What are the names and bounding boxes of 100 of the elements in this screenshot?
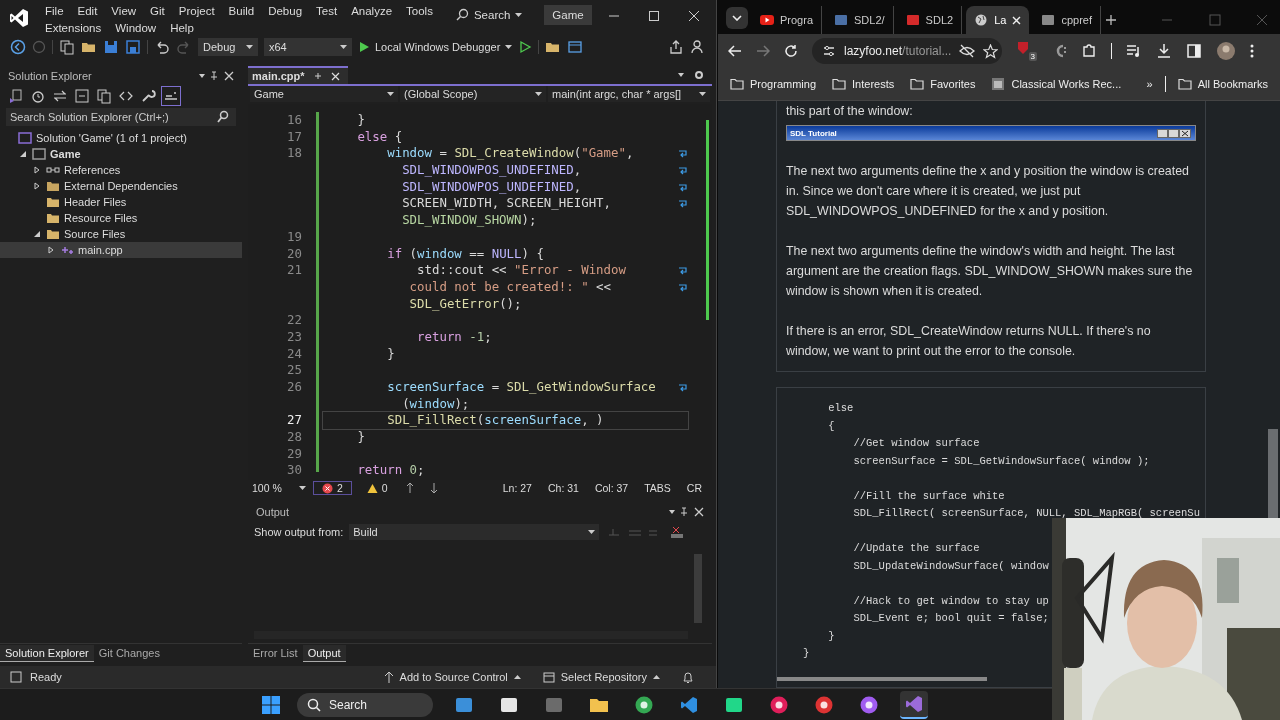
bookmark[interactable]: Classical Works Rec...: [987, 74, 1126, 94]
app-icon: [724, 695, 744, 715]
repository-button[interactable]: Select Repository: [542, 671, 660, 683]
menu-item[interactable]: Analyze: [344, 4, 400, 17]
taskbar-app[interactable]: [900, 691, 928, 719]
start-debugging-button[interactable]: Local Windows Debugger: [358, 41, 513, 53]
line-ending[interactable]: CR: [682, 482, 706, 494]
bookmark[interactable]: Favorites: [906, 75, 980, 93]
save-all-icon[interactable]: [125, 39, 141, 55]
panel-controls-icon[interactable]: [198, 71, 234, 81]
more-bookmarks-button[interactable]: »: [1142, 75, 1157, 93]
menu-item[interactable]: Help: [163, 21, 201, 34]
reload-icon[interactable]: [784, 44, 798, 58]
tree-item[interactable]: Solution 'Game' (1 of 1 project): [0, 130, 242, 146]
back-icon[interactable]: [10, 39, 26, 55]
menu-item[interactable]: Test: [309, 4, 345, 17]
indent-mode[interactable]: TABS: [640, 482, 675, 494]
address-bar[interactable]: lazyfoo.net/tutorial...: [812, 38, 1002, 64]
menu-item[interactable]: View: [104, 4, 144, 17]
tree-item[interactable]: Source Files: [0, 226, 242, 242]
share-icon[interactable]: [668, 39, 684, 55]
scrollbar[interactable]: [777, 677, 987, 681]
person-icon[interactable]: [690, 39, 706, 55]
tree-item[interactable]: Game: [0, 146, 242, 162]
bookmark[interactable]: Interests: [828, 75, 899, 93]
save-icon[interactable]: [103, 39, 119, 55]
code-line: {: [827, 419, 835, 432]
tree-item[interactable]: Resource Files: [0, 210, 242, 226]
collapsed-arrow-icon[interactable]: [47, 246, 55, 254]
menu-item[interactable]: Debug: [261, 4, 310, 17]
menu-item[interactable]: Build: [221, 4, 262, 17]
maximize-icon[interactable]: [648, 10, 660, 22]
copy-icon[interactable]: [96, 88, 112, 104]
new-item-icon[interactable]: [59, 39, 75, 55]
notification-bell-icon[interactable]: [682, 670, 694, 684]
panel-controls-icon[interactable]: [668, 507, 704, 517]
tab-options-icon[interactable]: [676, 69, 706, 81]
pin-icon[interactable]: [312, 71, 323, 81]
expanded-arrow-icon[interactable]: [19, 150, 27, 158]
search-field[interactable]: Search: [297, 693, 433, 717]
bookmark[interactable]: Programming: [726, 75, 821, 93]
new-tab-icon[interactable]: [1104, 14, 1117, 26]
expanded-arrow-icon[interactable]: [33, 230, 41, 238]
play-outline-icon[interactable]: [518, 40, 533, 54]
bookmark[interactable]: All Bookmarks: [1173, 75, 1272, 93]
site-settings-icon[interactable]: [822, 44, 836, 58]
file-tab[interactable]: main.cpp*: [248, 66, 348, 84]
error-count[interactable]: 2: [314, 482, 351, 494]
avatar-icon[interactable]: [1216, 41, 1236, 61]
close-icon[interactable]: [330, 71, 340, 81]
puzzle-icon[interactable]: [1081, 43, 1097, 59]
more-options-icon[interactable]: [1250, 43, 1254, 59]
scrollbar[interactable]: [694, 554, 702, 623]
panel-tab[interactable]: Output: [302, 644, 346, 662]
window-title: SDL Tutorial: [790, 128, 837, 138]
source-control-button[interactable]: Add to Source Control: [383, 671, 521, 683]
menu-item[interactable]: Extensions: [38, 21, 109, 34]
window-icon[interactable]: [567, 39, 584, 55]
close-icon[interactable]: [688, 10, 700, 22]
eye-off-icon[interactable]: [959, 44, 976, 58]
navigation-dropdown[interactable]: main(int argc, char * args[]: [548, 86, 710, 102]
wrench-icon[interactable]: [140, 88, 156, 104]
tree-item[interactable]: References: [0, 162, 242, 178]
tree-item[interactable]: Header Files: [0, 194, 242, 210]
menu-item[interactable]: File: [38, 4, 71, 17]
navigation-dropdown[interactable]: Game: [250, 86, 398, 102]
warning-count[interactable]: 0: [358, 482, 396, 494]
output-source-dropdown[interactable]: Build: [349, 524, 600, 540]
history-icon[interactable]: [30, 88, 46, 104]
collapse-icon[interactable]: [74, 88, 90, 104]
collapsed-arrow-icon[interactable]: [33, 166, 41, 174]
zoom-dropdown[interactable]: 100 %: [252, 482, 306, 494]
preview-icon[interactable]: [162, 87, 180, 105]
menu-item[interactable]: Git: [143, 4, 172, 17]
menu-item[interactable]: Tools: [399, 4, 440, 17]
menu-item[interactable]: Window: [108, 21, 164, 34]
star-icon[interactable]: [983, 43, 999, 59]
extension-button[interactable]: 3: [1016, 41, 1037, 61]
panel-tab[interactable]: Solution Explorer: [0, 644, 94, 662]
sync-icon[interactable]: [8, 88, 24, 104]
download-icon[interactable]: [1156, 43, 1172, 59]
menu-item[interactable]: Project: [171, 4, 222, 17]
tree-item[interactable]: main.cpp: [0, 242, 242, 258]
panel-tab[interactable]: Error List: [248, 645, 303, 661]
search-field[interactable]: Search Solution Explorer (Ctrl+;): [6, 108, 236, 126]
collapsed-arrow-icon[interactable]: [33, 182, 41, 190]
browser-tab[interactable]: La: [966, 6, 1030, 34]
start-icon[interactable]: [262, 696, 280, 714]
playlist-icon[interactable]: [1126, 43, 1142, 59]
configuration-dropdown[interactable]: Debug: [198, 38, 258, 56]
search-button[interactable]: Search: [449, 6, 529, 23]
tree-item[interactable]: External Dependencies: [0, 178, 242, 194]
side-panel-icon[interactable]: [1186, 43, 1202, 59]
panel-tab[interactable]: Git Changes: [93, 645, 165, 661]
tab-search-button[interactable]: [726, 7, 748, 29]
arrows-icon[interactable]: [52, 88, 68, 104]
platform-dropdown[interactable]: x64: [264, 38, 352, 56]
menu-item[interactable]: Edit: [70, 4, 105, 17]
forward-icon[interactable]: [756, 44, 770, 58]
navigation-dropdown[interactable]: (Global Scope): [400, 86, 546, 102]
